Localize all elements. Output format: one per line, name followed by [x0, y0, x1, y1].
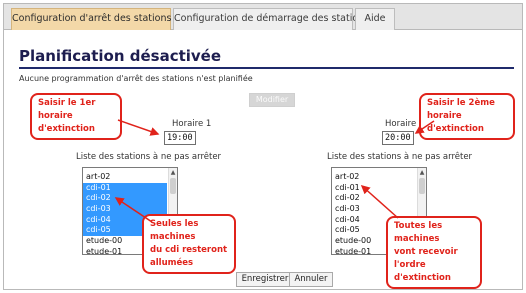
station-option[interactable]: art-02: [332, 172, 416, 183]
station-option[interactable]: cdi-02: [332, 193, 416, 204]
tab-bar: Configuration d'arrêt des stations Confi…: [4, 4, 522, 30]
callout-text: horaire d'extinction: [38, 111, 95, 134]
callout-text: Saisir le 1er: [38, 98, 96, 108]
page-title: Planification désactivée: [19, 47, 222, 65]
status-message: Aucune programmation d'arrêt des station…: [19, 74, 253, 83]
station-option[interactable]: cdi-03: [332, 204, 416, 215]
callout-text: horaire d'extinction: [427, 111, 484, 134]
callout-all-shutdown: Toutes les machines vont recevoir l'ordr…: [386, 216, 482, 289]
station-option[interactable]: cdi-02: [83, 193, 167, 205]
title-divider: [19, 67, 514, 69]
station-option[interactable]: art-02: [83, 172, 167, 183]
tab-startup-config[interactable]: Configuration de démarrage des stations: [173, 8, 369, 30]
scroll-up-icon[interactable]: ▲: [169, 168, 177, 177]
modify-button[interactable]: Modifier: [249, 93, 295, 107]
tab-help[interactable]: Aide: [355, 8, 395, 30]
callout-text: vont recevoir l'ordre: [394, 247, 458, 270]
callout-first-time: Saisir le 1er horaire d'extinction: [30, 93, 122, 140]
scroll-up-icon[interactable]: ▲: [418, 168, 426, 177]
callout-cdi-kept-on: Seules les machines du cdi resteront all…: [142, 214, 236, 274]
callout-text: allumées: [150, 258, 194, 268]
callout-text: du cdi resteront: [150, 245, 228, 255]
scroll-thumb[interactable]: [419, 178, 425, 194]
cancel-button[interactable]: Annuler: [289, 272, 333, 287]
callout-text: d'extinction: [394, 273, 451, 283]
schedule1-time-input[interactable]: [164, 131, 196, 145]
station-option[interactable]: cdi-01: [83, 182, 167, 194]
schedule2-time-input[interactable]: [382, 131, 414, 145]
callout-text: Seules les machines: [150, 219, 199, 242]
list2-label: Liste des stations à ne pas arrêter: [327, 152, 473, 162]
save-button[interactable]: Enregistrer: [236, 272, 294, 287]
callout-second-time: Saisir le 2ème horaire d'extinction: [419, 93, 515, 140]
station-option[interactable]: cdi-01: [332, 183, 416, 194]
tab-shutdown-config[interactable]: Configuration d'arrêt des stations: [11, 8, 171, 30]
callout-text: Toutes les machines: [394, 221, 443, 244]
callout-text: Saisir le 2ème: [427, 98, 495, 108]
scroll-thumb[interactable]: [170, 178, 176, 194]
list1-label: Liste des stations à ne pas arrêter: [76, 152, 222, 162]
schedule1-label: Horaire 1: [172, 119, 212, 129]
